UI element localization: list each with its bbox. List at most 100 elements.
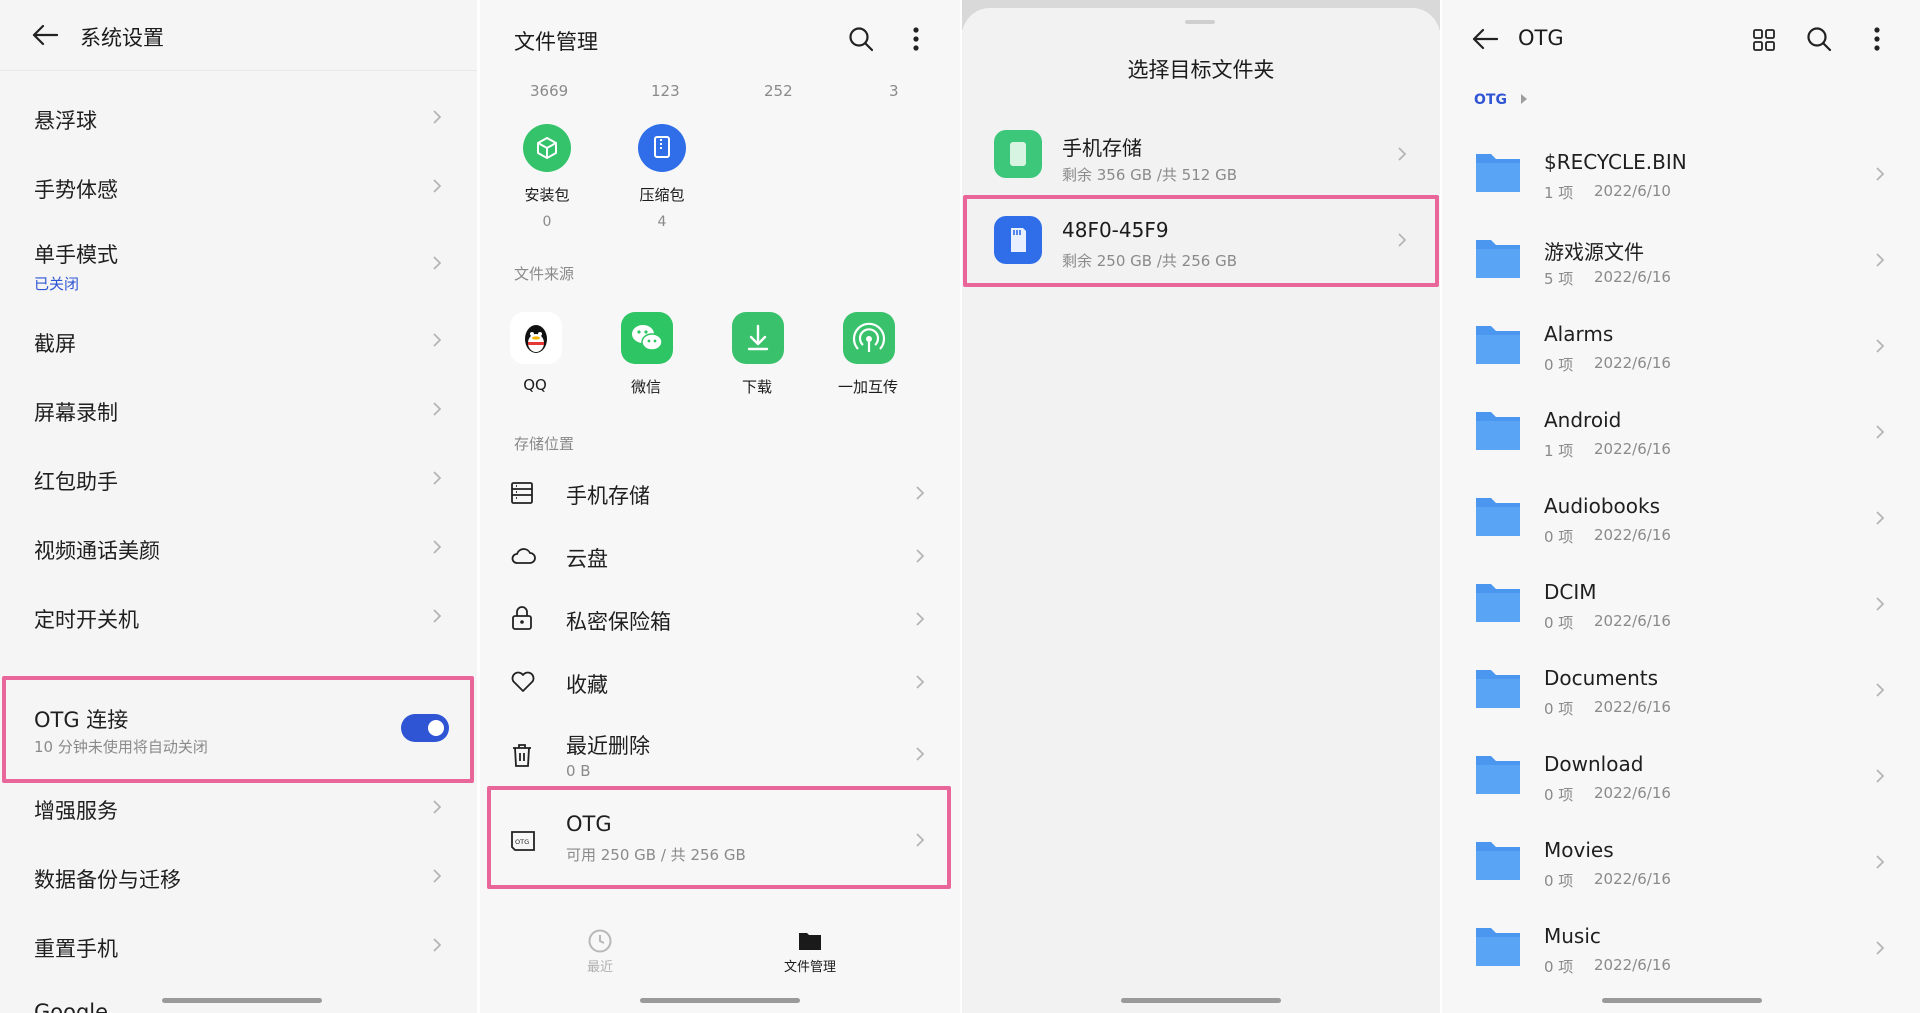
folder-name: Android (1544, 408, 1622, 432)
folder-name: Download (1544, 752, 1644, 776)
chevron-right-icon (1872, 682, 1888, 698)
grid-view-icon[interactable] (1752, 28, 1776, 56)
page-title: 系统设置 (80, 26, 164, 50)
chevron-right-icon (912, 485, 928, 501)
back-arrow-icon[interactable] (1472, 28, 1499, 50)
back-arrow-icon[interactable] (32, 24, 59, 46)
folder-date: 2022/6/16 (1594, 784, 1671, 802)
chevron-right-icon (1872, 424, 1888, 440)
source-download[interactable]: 下载 (702, 310, 812, 400)
storage-cloud[interactable]: 云盘 (510, 526, 940, 586)
folder-date: 2022/6/16 (1594, 354, 1671, 372)
package-icon (523, 124, 571, 172)
highlight-frame (487, 786, 951, 889)
chevron-right-icon (1872, 596, 1888, 612)
breadcrumb[interactable]: OTG (1474, 92, 1528, 108)
settings-item-floating-ball[interactable]: 悬浮球 (0, 83, 477, 152)
category-count: 0 (542, 214, 552, 230)
folder-row[interactable]: Audiobooks 0 项 2022/6/16 (1442, 476, 1920, 562)
source-oneplus-share[interactable]: 一加互传 (813, 310, 923, 400)
system-settings-panel: 系统设置 悬浮球 手势体感 单手模式 已关闭 截屏 屏幕录制 红包助手 视频通话… (0, 0, 477, 1013)
folder-row[interactable]: Android 1 项 2022/6/16 (1442, 390, 1920, 476)
chevron-right-icon (429, 332, 445, 348)
search-icon[interactable] (1806, 26, 1832, 56)
settings-item-video-beauty[interactable]: 视频通话美颜 (0, 515, 477, 584)
highlight-frame (963, 195, 1439, 287)
folder-row[interactable]: DCIM 0 项 2022/6/16 (1442, 562, 1920, 648)
storage-favorites[interactable]: 收藏 (510, 652, 940, 712)
category-label: 安装包 (524, 186, 570, 204)
chevron-right-icon (429, 608, 445, 624)
search-icon[interactable] (848, 26, 874, 56)
breadcrumb-item[interactable]: OTG (1474, 92, 1507, 108)
more-menu-icon[interactable] (912, 26, 920, 56)
settings-item-screen-record[interactable]: 屏幕录制 (0, 377, 477, 446)
home-indicator[interactable] (162, 998, 322, 1003)
settings-item-label: 定时开关机 (34, 608, 139, 632)
folder-item-count: 5 项 (1544, 270, 1574, 288)
settings-item-label: 增强服务 (34, 799, 118, 823)
folder-row[interactable]: Movies 0 项 2022/6/16 (1442, 820, 1920, 906)
folder-row[interactable]: $RECYCLE.BIN 1 项 2022/6/10 (1442, 132, 1920, 218)
folder-item-count: 0 项 (1544, 786, 1574, 804)
storage-size: 0 B (566, 762, 591, 780)
folder-date: 2022/6/16 (1594, 612, 1671, 630)
settings-item-enhanced-service[interactable]: 增强服务 (0, 775, 477, 844)
folder-date: 2022/6/16 (1594, 526, 1671, 544)
home-indicator[interactable] (1121, 998, 1281, 1003)
chevron-right-icon (429, 868, 445, 884)
folder-row[interactable]: Music 0 项 2022/6/16 (1442, 906, 1920, 992)
settings-item-reset-phone[interactable]: 重置手机 (0, 913, 477, 982)
nav-recent[interactable]: 最近 (570, 928, 630, 988)
category-count: 4 (657, 214, 667, 230)
share-icon (843, 312, 895, 364)
folder-row[interactable]: Download 0 项 2022/6/16 (1442, 734, 1920, 820)
folder-row[interactable]: Alarms 0 项 2022/6/16 (1442, 304, 1920, 390)
sheet-drag-handle[interactable] (1185, 20, 1215, 24)
home-indicator[interactable] (640, 998, 800, 1003)
settings-item-label: 手势体感 (34, 178, 118, 202)
settings-item-scheduled-power[interactable]: 定时开关机 (0, 584, 477, 653)
storage-label: 收藏 (566, 673, 608, 697)
folder-row[interactable]: 游戏源文件 5 项 2022/6/16 (1442, 218, 1920, 304)
source-qq[interactable]: QQ (480, 310, 590, 400)
source-wechat[interactable]: 微信 (591, 310, 701, 400)
settings-item-label: 红包助手 (34, 470, 118, 494)
storage-recently-deleted[interactable]: 最近删除 0 B (510, 718, 940, 790)
breadcrumb-arrow-icon (1520, 92, 1528, 108)
folder-date: 2022/6/16 (1594, 698, 1671, 716)
otg-folder-browser-panel: OTG OTG $RECYCLE.BIN 1 项 2022/6/10 游戏源文件 5 项… (1442, 0, 1920, 1013)
storage-phone[interactable]: 手机存储 (510, 463, 940, 523)
folder-item-count: 1 项 (1544, 184, 1574, 202)
folder-icon (1474, 666, 1522, 710)
home-indicator[interactable] (1602, 998, 1762, 1003)
settings-item-gesture[interactable]: 手势体感 (0, 152, 477, 221)
choose-folder-sheet-panel: 选择目标文件夹 手机存储 剩余 356 GB /共 512 GB 48F0-45… (962, 0, 1440, 1013)
chevron-right-icon (429, 799, 445, 815)
storage-private-vault[interactable]: 私密保险箱 (510, 589, 940, 649)
chevron-right-icon (429, 539, 445, 555)
folder-icon (1474, 580, 1522, 624)
sheet-title: 选择目标文件夹 (1127, 58, 1275, 82)
folder-date: 2022/6/16 (1594, 268, 1671, 286)
cloud-icon (510, 544, 536, 572)
section-title-storage: 存储位置 (514, 435, 575, 453)
settings-item-backup-migrate[interactable]: 数据备份与迁移 (0, 844, 477, 913)
nav-file-manager[interactable]: 文件管理 (770, 928, 850, 988)
chevron-right-icon (429, 470, 445, 486)
nav-label: 文件管理 (783, 960, 836, 975)
storage-icon (510, 481, 534, 509)
more-menu-icon[interactable] (1873, 26, 1881, 56)
settings-item-red-packet[interactable]: 红包助手 (0, 446, 477, 515)
settings-item-label: 屏幕录制 (34, 401, 118, 425)
chevron-right-icon (429, 255, 445, 271)
settings-header: 系统设置 (0, 0, 477, 70)
settings-item-one-hand-mode[interactable]: 单手模式 已关闭 (0, 225, 477, 305)
settings-item-label: 重置手机 (34, 937, 118, 961)
target-option-phone-storage[interactable]: 手机存储 剩余 356 GB /共 512 GB (962, 116, 1440, 202)
folder-icon (1474, 236, 1522, 280)
folder-row[interactable]: Documents 0 项 2022/6/16 (1442, 648, 1920, 734)
folder-name: 游戏源文件 (1544, 240, 1644, 264)
settings-item-screenshot[interactable]: 截屏 (0, 308, 477, 377)
category-zip[interactable]: 压缩包 4 (595, 120, 735, 240)
